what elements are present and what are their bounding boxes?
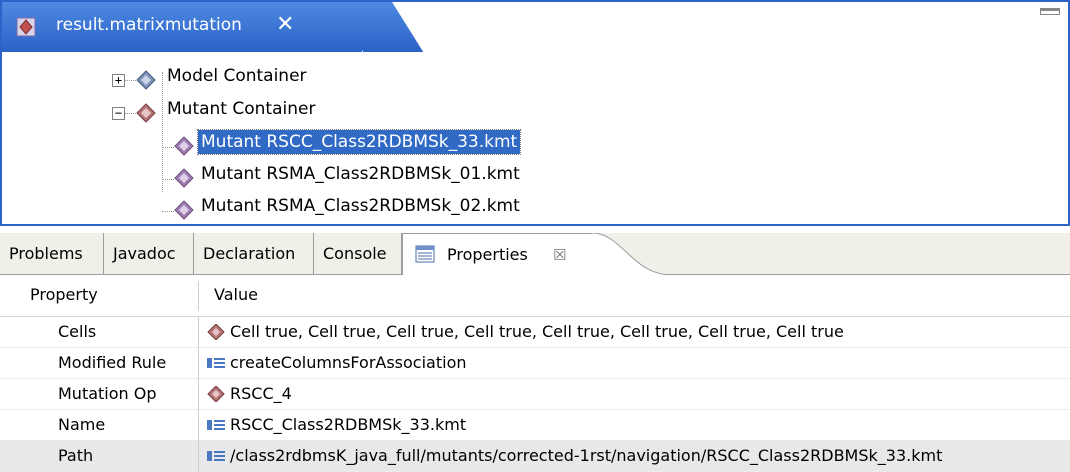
view-tab-bar: Problems Javadoc Declaration Console Pro… [0,233,1070,276]
property-value: RSCC_4 [230,384,292,403]
column-separator [198,317,199,348]
tree-item-model-container[interactable]: + Model Container [2,64,602,97]
tree-item-mutant-rsma-01[interactable]: Mutant RSMA_Class2RDBMSk_01.kmt [2,162,602,195]
property-name: Name [58,415,106,434]
table-row[interactable]: Mutation Op RSCC_4 [0,379,1070,410]
tree-item-label: Model Container [167,66,307,86]
table-row[interactable]: Path /class2rdbmsK_java_full/mutants/cor… [0,441,1070,472]
table-row[interactable]: Modified Rule createColumnsForAssociatio… [0,348,1070,379]
property-name: Path [58,446,94,465]
tab-curve-decoration [592,233,672,275]
diamond-red-icon [136,103,156,123]
editor-tab-bar: result.matrixmutation ✕ [2,2,1068,52]
table-row[interactable]: Cells Cell true, Cell true, Cell true, C… [0,317,1070,348]
tab-javadoc[interactable]: Javadoc [104,233,194,275]
diamond-red-icon [207,324,225,340]
tab-problems[interactable]: Problems [0,233,104,275]
property-value: /class2rdbmsK_java_full/mutants/correcte… [230,446,943,465]
diamond-blue-icon [136,70,156,90]
expand-icon[interactable]: + [112,74,125,87]
editor-tab-title: result.matrixmutation [56,15,242,35]
tab-console[interactable]: Console [314,233,402,275]
text-field-icon [207,420,225,430]
tree-view: + Model Container − Mutant Container Mut… [2,52,1068,224]
text-field-icon [207,358,225,368]
column-separator [198,410,199,441]
tree-item-label: Mutant RSMA_Class2RDBMSk_02.kmt [201,196,520,216]
diamond-purple-icon [174,136,194,156]
column-separator [198,441,199,472]
tree-item-mutant-rsma-02[interactable]: Mutant RSMA_Class2RDBMSk_02.kmt [2,194,602,227]
property-value: Cell true, Cell true, Cell true, Cell tr… [230,322,844,341]
tab-properties-label: Properties [447,245,528,264]
editor-tab[interactable]: result.matrixmutation ✕ [2,2,362,52]
property-name: Mutation Op [58,384,157,403]
property-name: Cells [58,322,97,341]
matrix-model-icon [16,17,36,37]
tree-item-mutant-container[interactable]: − Mutant Container [2,97,602,130]
close-icon[interactable]: ☒ [553,234,566,276]
editor-pane: result.matrixmutation ✕ + Model Containe… [0,0,1070,226]
tree-item-mutant-rscc-33[interactable]: Mutant RSCC_Class2RDBMSk_33.kmt [2,129,602,163]
close-icon[interactable]: ✕ [276,12,294,37]
column-header-value[interactable]: Value [214,285,258,304]
properties-icon [415,245,435,263]
property-name: Modified Rule [58,353,167,372]
properties-table: Property Value Cells Cell true, Cell tru… [0,275,1070,472]
tree-item-label: Mutant RSCC_Class2RDBMSk_33.kmt [196,129,522,155]
tab-declaration[interactable]: Declaration [194,233,314,275]
column-header-property[interactable]: Property [30,285,98,304]
diamond-red-icon [207,386,225,402]
tree-item-label: Mutant Container [167,99,316,119]
tree-item-label: Mutant RSMA_Class2RDBMSk_01.kmt [201,164,520,184]
table-header: Property Value [0,275,1070,317]
column-separator [198,379,199,410]
diamond-purple-icon [174,168,194,188]
column-separator[interactable] [198,281,199,311]
text-field-icon [207,451,225,461]
diamond-purple-icon [174,200,194,220]
minimize-icon[interactable] [1040,8,1060,15]
property-value: createColumnsForAssociation [230,353,467,372]
collapse-icon[interactable]: − [112,107,125,120]
property-value: RSCC_Class2RDBMSk_33.kmt [230,415,467,434]
tab-properties[interactable]: Properties ☒ [402,233,594,276]
column-separator [198,348,199,379]
table-row[interactable]: Name RSCC_Class2RDBMSk_33.kmt [0,410,1070,441]
